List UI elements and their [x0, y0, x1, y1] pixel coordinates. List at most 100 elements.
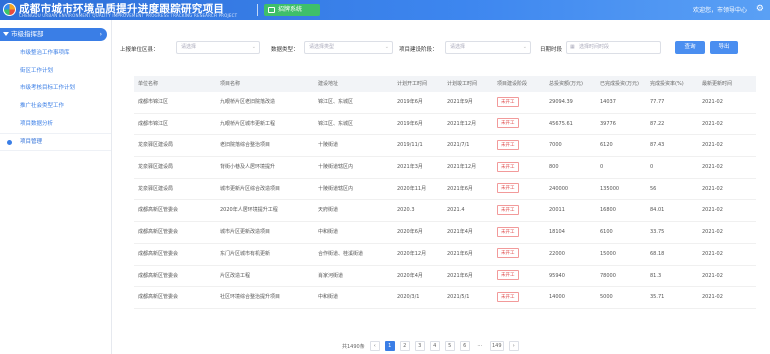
table-row[interactable]: 成都高新区管委会 东门片区城市有机更新 合作街道、桂溪街道 2020年12月 2021年… [134, 244, 756, 266]
table-cell: 2021年12月 [447, 120, 477, 127]
table-cell: 未开工 [493, 114, 545, 135]
table-cell: 成都高新区管委会 [138, 250, 179, 257]
page-button[interactable]: 4 [429, 341, 440, 351]
table-cell: 2021.4 [447, 207, 465, 214]
table-cell: 成都市锦江区 [138, 99, 169, 105]
table-header: 单位名称 项目名称 建设地址 计划开工时间 计划竣工时间 项目建设阶段 总投资额… [134, 76, 756, 92]
table-row[interactable]: 成都高新区管委会 2020年人居环境提升工程 天府街道 2020.3 2021.4 未开工… [134, 200, 756, 223]
table-cell: 5000 [600, 294, 613, 301]
table-row[interactable]: 成都市锦江区 九眼桥片区老旧院落改造 锦江区、东城区 2019年6月 2021年9月 未开… [134, 92, 756, 114]
table-cell: 15000 [600, 250, 616, 257]
prev-page-button[interactable]: ‹ [369, 341, 380, 351]
page-button[interactable]: 6 [459, 341, 470, 351]
sidebar-item-promotion[interactable]: 推广社会类型工作 [0, 98, 111, 116]
system-switch-button[interactable]: 招牌系统 [264, 4, 320, 16]
gear-icon[interactable]: ⚙ [756, 5, 764, 14]
type-filter-placeholder: 请选择类型 [309, 44, 335, 50]
active-dot-icon [7, 140, 12, 146]
table-cell: 2021年3月 [397, 164, 423, 171]
table-row[interactable]: 成都市锦江区 九眼桥片区城市更新工程 锦江区、东城区 2019年6月 2021年12月 未… [134, 114, 756, 136]
chevron-down-icon: ⌄ [522, 44, 527, 50]
column-header: 单位名称 [138, 81, 159, 87]
table-row[interactable]: 成都高新区管委会 片区改造工程 肖家河街道 2020年4月 2021年6月 未开工 9594… [134, 266, 756, 288]
type-filter-select[interactable]: 请选择类型 ⌄ [304, 41, 393, 54]
table-cell: 68.18 [650, 250, 665, 257]
table-cell: 135000 [600, 185, 620, 192]
table-row[interactable]: 龙泉驿区建设局 老旧院落综合整治项目 十陵街道 2019/11/1 2021/7/1 未开… [134, 135, 756, 158]
stage-filter-select[interactable]: 请选择 ⌄ [445, 41, 531, 54]
table-cell: 2021-02 [702, 229, 723, 236]
sidebar-item-data-analysis[interactable]: 项目数据分析 [0, 116, 111, 134]
column-header: 总投资额(万元) [549, 81, 583, 87]
page-button[interactable]: 5 [444, 341, 455, 351]
table-cell: 800 [549, 164, 559, 171]
column-header: 计划竣工时间 [447, 81, 478, 87]
unit-filter-select[interactable]: 请选择 ⌄ [176, 41, 260, 54]
table-row[interactable]: 龙泉驿区建设局 城市更新片区综合改造项目 十陵街道辖区内 2020年11月 2021年6… [134, 179, 756, 201]
table-cell: 2021-02 [702, 120, 723, 127]
sidebar-item-project-management[interactable]: 项目管理 [0, 133, 111, 152]
table-cell: 95940 [549, 272, 565, 279]
table-cell: 2020年6月 [397, 229, 423, 236]
table-cell: 合作街道、桂溪街道 [318, 250, 364, 257]
next-page-button[interactable]: › [508, 341, 519, 351]
status-badge: 未开工 [497, 204, 519, 215]
type-filter-label: 数据类型： [271, 47, 299, 53]
table-cell: 77.77 [650, 99, 665, 105]
page-button[interactable]: 149 [489, 341, 504, 351]
status-badge: 未开工 [497, 291, 519, 302]
table-cell: 2021/7/1 [447, 142, 470, 149]
status-badge: 未开工 [497, 226, 519, 237]
table-cell: 未开工 [493, 179, 545, 200]
sidebar-item-label: 项目管理 [20, 139, 43, 146]
export-button[interactable]: 导出 [710, 41, 738, 54]
table-cell: 社区环境综合整治提升项目 [220, 294, 281, 301]
user-greeting[interactable]: 欢迎您，市领导中心 [693, 5, 747, 14]
sidebar-item-task-library[interactable]: 市级整治工作事项库 [0, 45, 111, 63]
table-body: 成都市锦江区 九眼桥片区老旧院落改造 锦江区、东城区 2019年6月 2021年9月 未开… [134, 92, 756, 309]
table-cell: 2021年9月 [447, 99, 473, 105]
table-cell: 2020/3/1 [397, 294, 420, 301]
table-row[interactable]: 龙泉驿区建设局 背街小巷及人居环境提升 十陵街道辖区内 2021年3月 2021年12月… [134, 157, 756, 179]
table-cell: 成都高新区管委会 [138, 294, 179, 301]
table-cell: 背街小巷及人居环境提升 [220, 164, 276, 171]
table-cell: 龙泉驿区建设局 [138, 164, 174, 171]
table-cell: 成都高新区管委会 [138, 229, 179, 236]
table-cell: 14037 [600, 99, 616, 105]
page-button[interactable]: 2 [399, 341, 410, 351]
column-header: 建设地址 [318, 81, 339, 87]
table-cell: 0 [650, 164, 654, 171]
header-divider [257, 4, 258, 16]
column-header: 完成投资率(%) [650, 81, 684, 87]
page-button[interactable]: 1 [384, 341, 395, 351]
sidebar-section-label: 市级指挥部 [11, 30, 44, 38]
date-range-placeholder: 选择时间时段 [579, 44, 610, 50]
table-cell: 九眼桥片区城市更新工程 [220, 120, 276, 127]
table-cell: 87.22 [650, 120, 665, 127]
table-cell: 2020.3 [397, 207, 415, 214]
sidebar-item-assessment-plan[interactable]: 市级考核目标工作计划 [0, 80, 111, 98]
table-cell: 未开工 [493, 92, 545, 113]
search-button[interactable]: 查询 [675, 41, 705, 54]
table-cell: 20011 [549, 207, 565, 214]
main-panel: 上报单位区县： 请选择 ⌄ 数据类型： 请选择类型 ⌄ 项目建设阶段： 请选择 ⌄ 日… [112, 20, 770, 354]
page-button[interactable]: 3 [414, 341, 425, 351]
table-cell: 2021/5/1 [447, 294, 470, 301]
sidebar-item-district-plan[interactable]: 街区工作计划 [0, 63, 111, 81]
table-cell: 2019/11/1 [397, 142, 423, 149]
table-cell: 十陵街道 [318, 142, 339, 149]
table-cell: 龙泉驿区建设局 [138, 185, 174, 192]
table-row[interactable]: 成都高新区管委会 城市片区更新改造项目 中和街道 2020年6月 2021年4月 未开工 1… [134, 222, 756, 244]
table-row[interactable]: 成都高新区管委会 社区环境综合整治提升项目 中和街道 2020/3/1 2021/5/1… [134, 287, 756, 309]
system-switch-label: 招牌系统 [278, 6, 303, 13]
sidebar-section-command[interactable]: 市级指挥部 › [0, 28, 107, 41]
table-cell: 2021-02 [702, 185, 723, 192]
table-cell: 九眼桥片区老旧院落改造 [220, 99, 276, 105]
table-cell: 2021-02 [702, 207, 723, 214]
table-cell: 十陵街道辖区内 [318, 185, 354, 192]
table-cell: 14000 [549, 294, 565, 301]
date-range-input[interactable]: ▦ 选择时间时段 [566, 41, 661, 54]
table-cell: 33.75 [650, 229, 665, 236]
table-cell: 锦江区、东城区 [318, 120, 354, 127]
table-cell: 2020年11月 [397, 185, 427, 192]
